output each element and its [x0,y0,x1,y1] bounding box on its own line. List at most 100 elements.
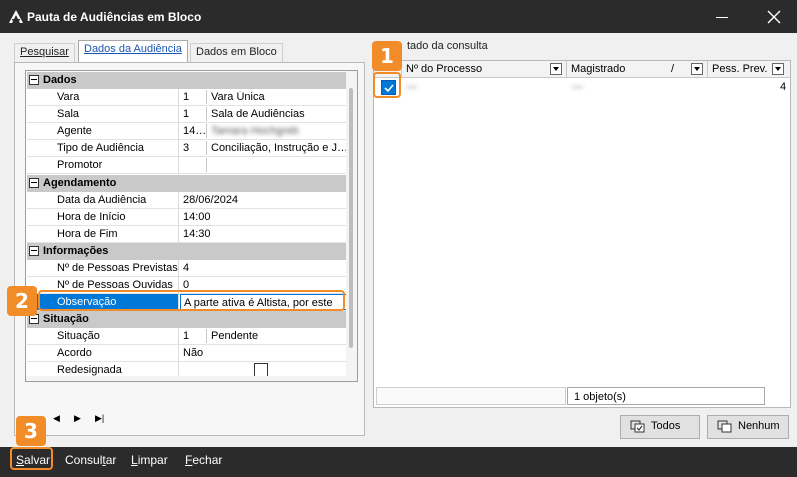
filter-dropdown-icon[interactable] [550,63,562,75]
select-none-icon [717,420,732,433]
property-name: Acordo [27,345,179,361]
property-name: Hora de Fim [27,226,179,242]
column-label: Pess. Prev. [712,63,768,75]
property-name: Data da Audiência [27,192,179,208]
button-label: Todos [651,420,681,432]
divider [206,90,207,104]
column-label: Magistrado [571,63,626,75]
property-row-acordo[interactable]: Acordo Não [27,345,347,362]
property-row-data-da-audiencia[interactable]: Data da Audiência 28/06/2024 [27,192,347,209]
divider [206,158,207,172]
table-row[interactable]: — — 4 [374,79,790,96]
sort-indicator: / [671,63,675,75]
property-name: Nº de Pessoas Previstas [27,260,179,276]
column-header-processo[interactable]: Nº do Processo [402,61,567,78]
collapse-icon[interactable] [29,75,39,85]
tab-dados-da-audiencia[interactable]: Dados da Audiência [78,40,188,62]
property-row-agente[interactable]: Agente 14… Tamara Hochgreb [27,123,347,140]
tab-dados-em-bloco[interactable]: Dados em Bloco [190,43,283,62]
processo-cell: — [406,81,417,93]
status-panel-left [376,387,566,405]
property-value: 28/06/2024 [183,194,239,206]
property-name: Vara [27,89,179,105]
column-header-pess-prev[interactable]: Pess. Prev. [708,61,790,78]
close-window-button[interactable] [762,6,786,28]
property-row-promotor[interactable]: Promotor [27,157,347,174]
property-row-hora-de-fim[interactable]: Hora de Fim 14:30 [27,226,347,243]
property-description: Tamara Hochgreb [211,125,299,137]
property-value: 14:30 [183,228,211,240]
result-count-status: 1 objeto(s) [567,387,765,405]
tab-label: Pesquisar [20,46,69,58]
property-code: 3 [183,142,190,154]
tab-label: Dados em Bloco [196,46,277,58]
results-header: Nº do Processo Magistrado / Pess. Prev. [374,61,790,78]
category-title: Informações [43,245,109,257]
callout-badge-2: 2 [7,286,37,316]
category-dados[interactable]: Dados [27,72,347,89]
callout-badge-3: 3 [16,416,46,446]
shortcut-letter: L [131,453,138,467]
property-name: Sala [27,106,179,122]
collapse-icon[interactable] [29,246,39,256]
filter-dropdown-icon[interactable] [691,63,703,75]
select-all-button[interactable]: Todos [620,415,700,439]
results-grid: Nº do Processo Magistrado / Pess. Prev. … [373,60,791,408]
property-name: Agente [27,123,179,139]
limpar-button[interactable]: Limpar [131,453,168,471]
column-header-magistrado[interactable]: Magistrado / [567,61,708,78]
button-label: echar [192,453,223,467]
redesignada-checkbox[interactable] [254,363,268,377]
property-row-hora-de-inicio[interactable]: Hora de Início 14:00 [27,209,347,226]
property-description: Sala de Audiências [211,108,305,120]
category-title: Situação [43,313,89,325]
last-record-button[interactable]: ▶| [95,413,104,424]
property-row-pessoas-previstas[interactable]: Nº de Pessoas Previstas 4 [27,260,347,277]
category-title: Agendamento [43,177,117,189]
horizontal-scrollbar[interactable] [26,376,348,381]
fechar-button[interactable]: Fechar [185,453,222,471]
prev-record-button[interactable]: ◀ [53,413,60,424]
divider [206,124,207,138]
pess-prev-cell: 4 [780,81,787,93]
property-row-sala[interactable]: Sala 1 Sala de Audiências [27,106,347,123]
property-value: 14:00 [183,211,211,223]
scrollbar-thumb[interactable] [349,88,353,348]
results-label: tado da consulta [407,40,488,52]
property-description: Vara Única [211,91,265,103]
callout-3-highlight [10,447,53,470]
property-code: 1 [183,330,190,342]
next-record-button[interactable]: ▶ [74,413,81,424]
select-none-button[interactable]: Nenhum [707,415,789,439]
magistrado-cell: — [572,81,583,93]
category-agendamento[interactable]: Agendamento [27,175,347,192]
tab-label: Dados da Audiência [84,43,182,55]
property-code: 1 [183,91,190,103]
collapse-icon[interactable] [29,178,39,188]
category-title: Dados [43,74,77,86]
callout-1-highlight [373,72,401,98]
title-bar: Pauta de Audiências em Bloco [0,0,797,33]
button-label: impar [137,453,168,467]
button-label: ar [105,453,117,467]
minimize-button[interactable] [711,6,735,28]
property-value: 4 [183,262,190,274]
tab-pesquisar[interactable]: Pesquisar [14,43,75,62]
filter-dropdown-icon[interactable] [772,63,784,75]
callout-2-highlight [38,290,345,311]
consultar-button[interactable]: Consultar [65,453,116,471]
divider [206,329,207,343]
divider [206,107,207,121]
category-informacoes[interactable]: Informações [27,243,347,260]
property-row-situacao[interactable]: Situação 1 Pendente [27,328,347,345]
category-situacao[interactable]: Situação [27,311,347,328]
property-name: Situação [27,328,179,344]
property-description: Conciliação, Instrução e J… [211,142,347,154]
property-row-tipo-de-audiencia[interactable]: Tipo de Audiência 3 Conciliação, Instruç… [27,140,347,157]
property-name: Promotor [27,157,179,173]
tab-panel-dados-da-audiencia: Dados Vara 1 Vara Única Sala 1 Sala de A… [14,62,365,436]
property-code: 1 [183,108,190,120]
vertical-scrollbar[interactable] [346,71,357,381]
divider [206,141,207,155]
property-row-vara[interactable]: Vara 1 Vara Única [27,89,347,106]
